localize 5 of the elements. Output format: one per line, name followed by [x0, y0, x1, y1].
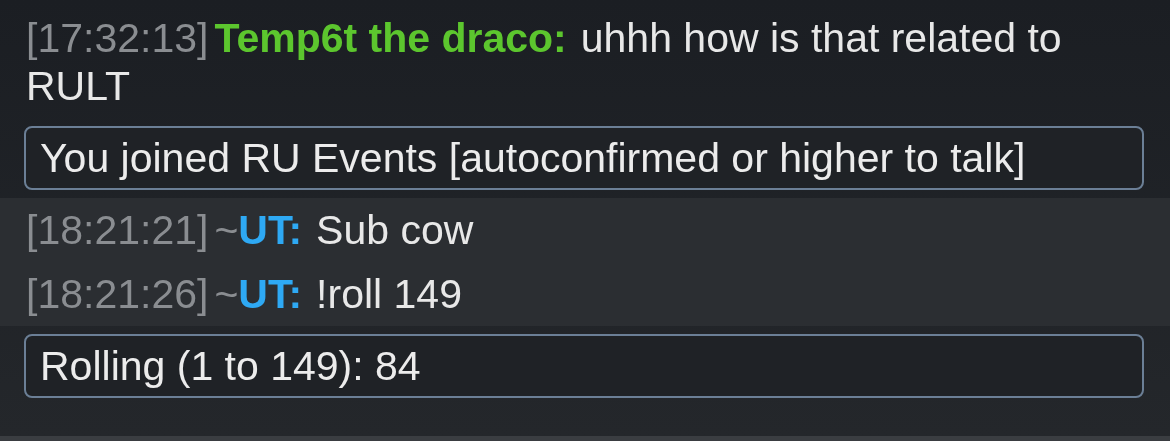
chat-message: [18:21:21]~UT: Sub cow — [26, 206, 475, 254]
chat-message: [17:32:13]Temp6t the draco: uhhh how is that related to RULT — [26, 14, 1063, 110]
system-notice: You joined RU Events [autoconfirmed or higher to talk] — [24, 126, 1144, 190]
system-notice: Rolling (1 to 149): 84 — [24, 334, 1144, 398]
chat-message: [18:21:26]~UT: !roll 149 — [26, 270, 463, 318]
